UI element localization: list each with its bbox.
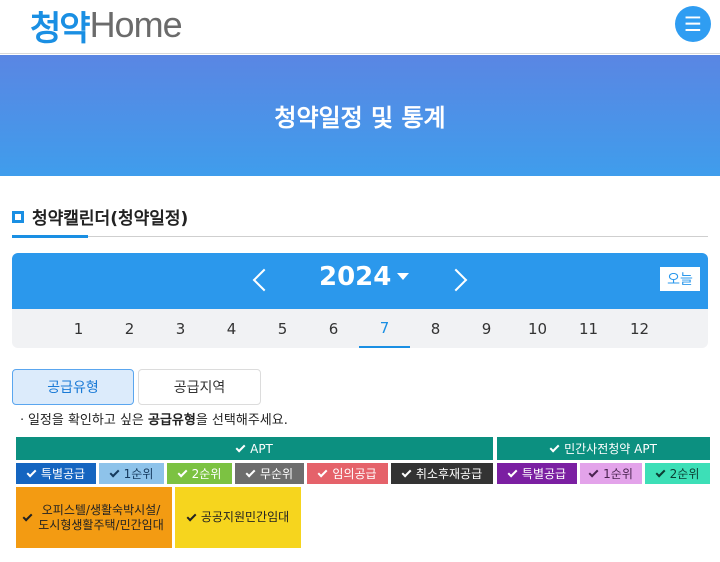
year-dropdown-caret-icon[interactable] [397, 273, 409, 280]
guide-text: ㆍ일정을 확인하고 싶은 공급유형을 선택해주세요. [16, 413, 288, 428]
month-9[interactable]: 9 [461, 309, 512, 348]
page-banner: 청약일정 및 통계 [0, 55, 720, 176]
tab-supply-type[interactable]: 공급유형 [12, 369, 134, 405]
section-divider-accent [12, 235, 88, 238]
month-selector: 1 2 3 4 5 6 7 8 9 10 11 12 [12, 309, 708, 348]
month-1[interactable]: 1 [53, 309, 104, 348]
filter-apt[interactable]: APT [16, 437, 493, 460]
calendar-header: 2024 오늘 [12, 253, 708, 309]
check-icon [401, 467, 412, 477]
filter-private-pre-subscription-apt[interactable]: 민간사전청약 APT [497, 437, 710, 460]
logo-text-english: Home [89, 4, 183, 45]
filter-private-rank-2[interactable]: 2순위 [645, 463, 710, 484]
calendar-year: 2024 [319, 262, 392, 292]
filter-apt-rank-2[interactable]: 2순위 [167, 463, 232, 484]
today-button[interactable]: 오늘 [660, 267, 700, 291]
filter-apt-rank-1[interactable]: 1순위 [99, 463, 164, 484]
month-5[interactable]: 5 [257, 309, 308, 348]
check-icon [588, 467, 599, 477]
month-10[interactable]: 10 [512, 309, 563, 348]
month-3[interactable]: 3 [155, 309, 206, 348]
check-icon [177, 467, 188, 477]
check-icon [317, 467, 328, 477]
menu-button[interactable]: ☰ [675, 6, 711, 42]
month-11[interactable]: 11 [563, 309, 614, 348]
month-6[interactable]: 6 [308, 309, 359, 348]
month-4[interactable]: 4 [206, 309, 257, 348]
filter-private-rank-1[interactable]: 1순위 [580, 463, 642, 484]
filter-public-support-private-rental[interactable]: 공공지원민간임대 [175, 487, 301, 548]
check-icon [109, 467, 120, 477]
filter-apt-no-rank[interactable]: 무순위 [235, 463, 304, 484]
tab-supply-region[interactable]: 공급지역 [138, 369, 261, 405]
hamburger-icon: ☰ [684, 12, 702, 36]
filter-officetel[interactable]: 오피스텔/생활숙박시설/도시형생활주택/민간임대 [16, 487, 172, 548]
section-title: 청약캘린더(청약일정) [12, 203, 188, 229]
check-icon [507, 467, 518, 477]
month-2[interactable]: 2 [104, 309, 155, 348]
square-bullet-icon [12, 211, 24, 223]
next-year-chevron-icon[interactable] [448, 265, 468, 297]
previous-year-chevron-icon[interactable] [250, 265, 270, 297]
check-icon [186, 511, 197, 521]
check-icon [26, 467, 37, 477]
site-logo[interactable]: 청약 Home [30, 2, 183, 49]
filter-private-special-supply[interactable]: 특별공급 [497, 463, 577, 484]
filter-apt-voluntary-supply[interactable]: 임의공급 [307, 463, 388, 484]
month-8[interactable]: 8 [410, 309, 461, 348]
filter-apt-special-supply[interactable]: 특별공급 [16, 463, 96, 484]
section-title-text: 청약캘린더(청약일정) [32, 208, 189, 229]
month-12[interactable]: 12 [614, 309, 665, 348]
check-icon [245, 467, 256, 477]
month-7[interactable]: 7 [359, 309, 410, 348]
check-icon [22, 511, 33, 521]
check-icon [655, 467, 666, 477]
check-icon [235, 442, 246, 452]
logo-text-korean: 청약 [30, 8, 91, 49]
page-title: 청약일정 및 통계 [274, 104, 446, 132]
filter-apt-cancel-resupply[interactable]: 취소후재공급 [391, 463, 493, 484]
check-icon [549, 442, 560, 452]
section-divider [12, 236, 708, 237]
site-header: 청약 Home ☰ [0, 0, 720, 54]
